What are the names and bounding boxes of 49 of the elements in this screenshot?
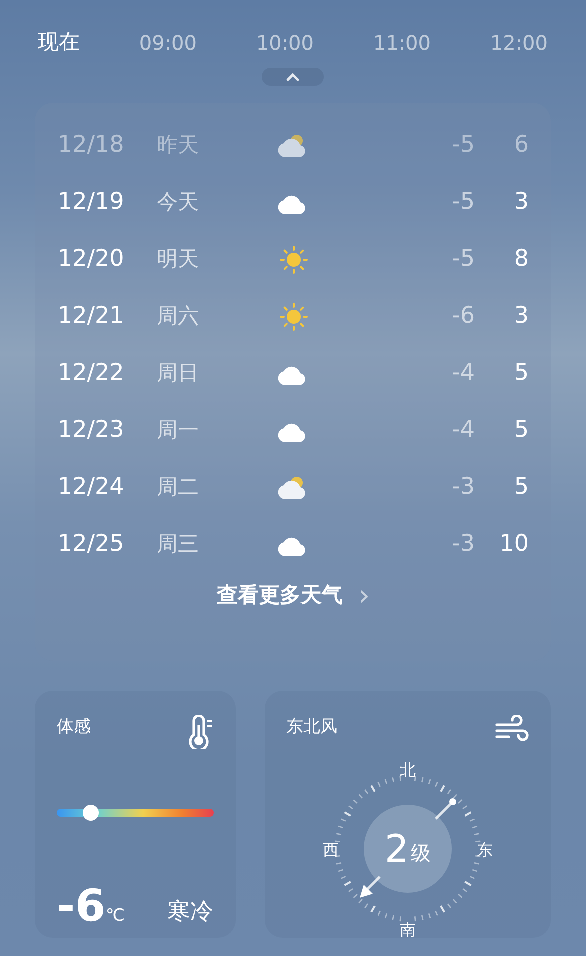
- west-label: 西: [322, 840, 339, 860]
- feels-like-label: 寒冷: [168, 898, 214, 927]
- high-temp: 5: [513, 416, 529, 446]
- feels-like-temp: -6℃: [57, 885, 125, 930]
- date-text: 12/19: [58, 188, 126, 218]
- day-text: 周二: [157, 474, 200, 501]
- low-temp: -5: [451, 131, 475, 160]
- high-temp: 10: [498, 530, 529, 560]
- hour-tab[interactable]: 11:00: [373, 28, 431, 58]
- low-temp: -4: [451, 416, 475, 446]
- low-temp: -5: [451, 188, 475, 218]
- high-temp: 6: [513, 131, 529, 160]
- day-text: 周三: [157, 530, 200, 558]
- low-temp: -4: [451, 359, 475, 388]
- high-temp: 8: [513, 245, 529, 274]
- low-temp: -3: [451, 530, 475, 560]
- low-temp: -6: [451, 302, 475, 332]
- high-temp: 3: [513, 188, 529, 218]
- day-text: 昨天: [157, 132, 200, 159]
- now-tab[interactable]: 现在: [38, 27, 80, 59]
- low-temp: -5: [451, 245, 475, 274]
- date-text: 12/18: [58, 131, 126, 160]
- date-text: 12/21: [58, 302, 126, 332]
- day-text: 周一: [157, 416, 200, 444]
- high-temp: 3: [513, 302, 529, 332]
- south-label: 南: [400, 920, 416, 939]
- day-text: 今天: [157, 188, 200, 216]
- date-text: 12/24: [58, 473, 126, 502]
- collapse-handle[interactable]: [262, 68, 324, 86]
- card-title: 东北风: [286, 716, 338, 739]
- hour-tab[interactable]: 09:00: [139, 28, 197, 58]
- date-text: 12/22: [58, 359, 126, 388]
- day-text: 周日: [157, 360, 200, 387]
- low-temp: -3: [451, 473, 475, 502]
- more-weather-link[interactable]: 查看更多天气 ›: [210, 579, 376, 612]
- date-text: 12/23: [58, 416, 126, 446]
- high-temp: 5: [513, 359, 529, 388]
- day-text: 周六: [157, 302, 200, 330]
- hour-tab[interactable]: 10:00: [256, 28, 314, 58]
- date-text: 12/25: [58, 530, 126, 560]
- caret-icon: [286, 72, 300, 82]
- date-text: 12/20: [58, 245, 126, 274]
- wind-force: 2 级: [384, 827, 431, 871]
- high-temp: 5: [513, 473, 529, 502]
- east-label: 东: [476, 840, 493, 860]
- north-label: 北: [400, 760, 416, 780]
- hour-tab[interactable]: 12:00: [490, 28, 548, 58]
- card-title: 体感: [57, 716, 91, 739]
- day-text: 明天: [157, 246, 200, 273]
